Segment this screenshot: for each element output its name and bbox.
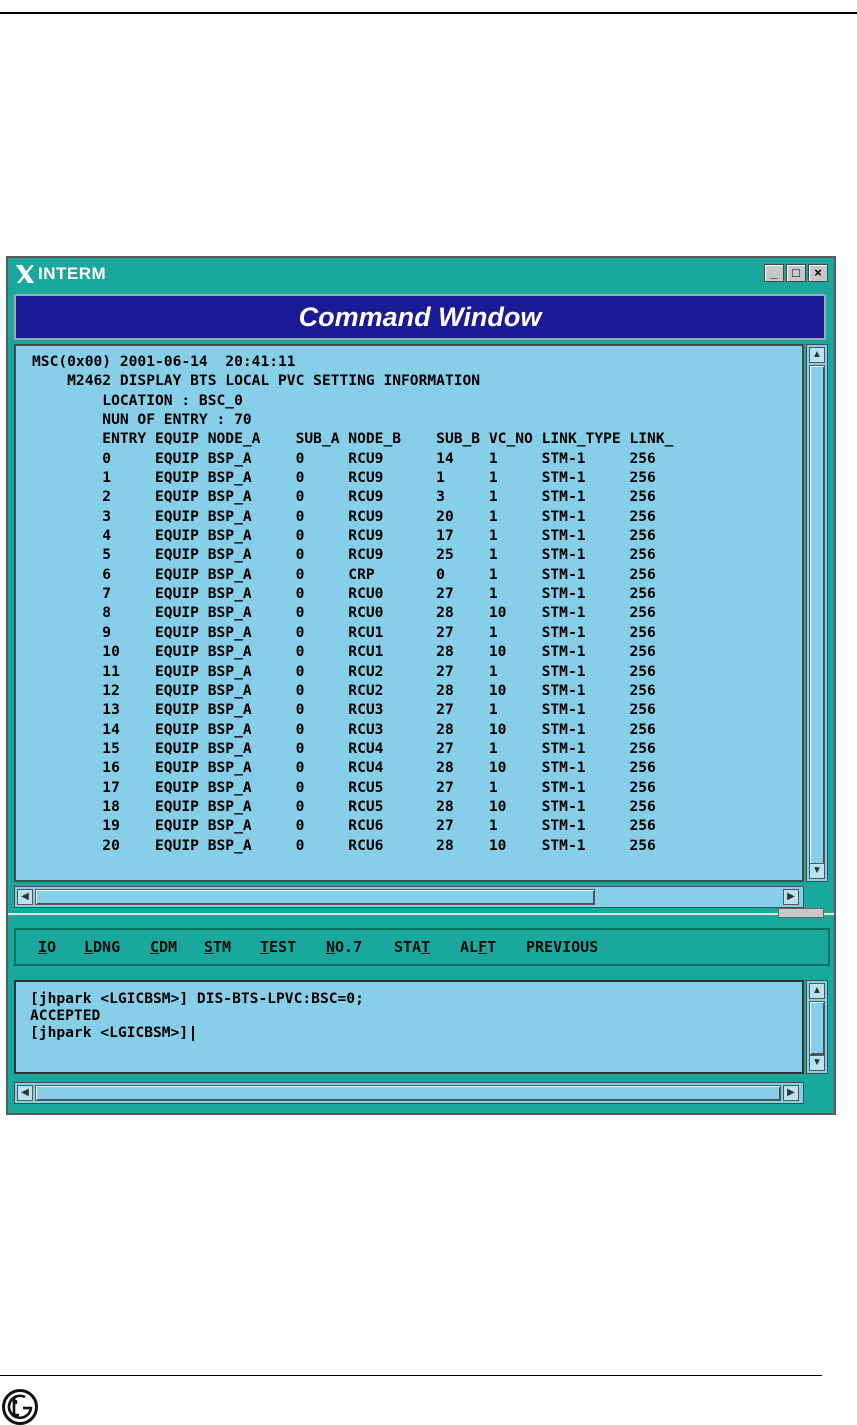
output-vertical-scrollbar[interactable]: ▲ ▼ (806, 344, 828, 882)
menu-ldng[interactable]: LDNG (84, 938, 120, 956)
output-vertical-scroll-thumb[interactable] (809, 365, 825, 865)
input-horizontal-scrollbar[interactable]: ◀ ▶ (14, 1082, 804, 1104)
pane-divider (8, 913, 834, 915)
output-line: 6 EQUIP BSP_A 0 CRP 0 1 STM-1 256 (32, 565, 656, 583)
input-line-accepted: ACCEPTED (30, 1007, 101, 1024)
output-horizontal-scrollbar[interactable]: ◀ ▶ (14, 886, 804, 908)
menu-previous[interactable]: PREVIOUS (526, 938, 598, 956)
output-line: 14 EQUIP BSP_A 0 RCU3 28 10 STM-1 256 (32, 720, 656, 738)
title-bar[interactable]: INTERM _ □ × (10, 260, 832, 288)
output-line: 12 EQUIP BSP_A 0 RCU2 28 10 STM-1 256 (32, 681, 656, 699)
x-logo-icon (16, 265, 34, 283)
scroll-left-arrow-icon[interactable]: ◀ (17, 889, 33, 905)
menu-io[interactable]: IO (38, 938, 56, 956)
output-line: 2 EQUIP BSP_A 0 RCU9 3 1 STM-1 256 (32, 488, 656, 506)
command-prompt: [jhpark <LGICBSM>] (30, 1024, 189, 1041)
page-bottom-rule (0, 1375, 822, 1376)
lg-logo-icon (2, 1389, 38, 1425)
output-line: 0 EQUIP BSP_A 0 RCU9 14 1 STM-1 256 (32, 449, 656, 467)
menu-alft[interactable]: ALFT (460, 938, 496, 956)
input-vertical-scroll-thumb[interactable] (809, 1001, 825, 1055)
output-line: 1 EQUIP BSP_A 0 RCU9 1 1 STM-1 256 (32, 469, 656, 487)
output-line: 4 EQUIP BSP_A 0 RCU9 17 1 STM-1 256 (32, 527, 656, 545)
scroll-up-arrow-icon[interactable]: ▲ (809, 347, 825, 363)
input-vertical-scrollbar[interactable]: ▲ ▼ (806, 980, 828, 1074)
scroll-down-arrow-icon[interactable]: ▼ (809, 863, 825, 879)
page-top-rule (0, 12, 857, 14)
output-line: 10 EQUIP BSP_A 0 RCU1 28 10 STM-1 256 (32, 643, 656, 661)
output-text: MSC(0x00) 2001-06-14 20:41:11 M2462 DISP… (32, 352, 673, 855)
output-line: MSC(0x00) 2001-06-14 20:41:11 (32, 353, 296, 370)
output-line: LOCATION : BSC_0 (32, 391, 243, 409)
menu-stat[interactable]: STAT (394, 938, 430, 956)
output-area[interactable]: MSC(0x00) 2001-06-14 20:41:11 M2462 DISP… (14, 344, 804, 882)
output-line: 15 EQUIP BSP_A 0 RCU4 27 1 STM-1 256 (32, 739, 656, 757)
output-line: 7 EQUIP BSP_A 0 RCU0 27 1 STM-1 256 (32, 585, 656, 603)
minimize-button[interactable]: _ (764, 264, 784, 282)
output-line: 11 EQUIP BSP_A 0 RCU2 27 1 STM-1 256 (32, 662, 656, 680)
input-scroll-up-arrow-icon[interactable]: ▲ (809, 983, 825, 999)
command-window-header: Command Window (14, 294, 826, 340)
window-title: INTERM (38, 264, 107, 283)
interm-window: INTERM _ □ × Command Window MSC(0x00) 20… (6, 256, 836, 1115)
input-scroll-down-arrow-icon[interactable]: ▼ (809, 1055, 825, 1071)
maximize-button[interactable]: □ (786, 264, 806, 282)
output-line: 17 EQUIP BSP_A 0 RCU5 27 1 STM-1 256 (32, 778, 656, 796)
menu-test[interactable]: TEST (260, 938, 296, 956)
output-line: 19 EQUIP BSP_A 0 RCU6 27 1 STM-1 256 (32, 817, 656, 835)
close-button[interactable]: × (808, 264, 828, 282)
command-input-area[interactable]: [jhpark <LGICBSM>] DIS-BTS-LPVC:BSC=0; A… (14, 980, 804, 1074)
menu-stm[interactable]: STM (204, 938, 231, 956)
output-line: NUN OF ENTRY : 70 (32, 411, 252, 429)
output-line: 18 EQUIP BSP_A 0 RCU5 28 10 STM-1 256 (32, 797, 656, 815)
input-scroll-left-arrow-icon[interactable]: ◀ (17, 1085, 33, 1101)
output-line: 9 EQUIP BSP_A 0 RCU1 27 1 STM-1 256 (32, 623, 656, 641)
input-line-command: [jhpark <LGICBSM>] DIS-BTS-LPVC:BSC=0; (30, 990, 364, 1007)
input-scroll-right-arrow-icon[interactable]: ▶ (783, 1085, 799, 1101)
output-line: ENTRY EQUIP NODE_A SUB_A NODE_B SUB_B VC… (32, 430, 674, 448)
menu-cdm[interactable]: CDM (150, 938, 177, 956)
menu-no7[interactable]: NO.7 (326, 938, 362, 956)
input-horizontal-scroll-thumb[interactable] (35, 1085, 781, 1101)
output-line: M2462 DISPLAY BTS LOCAL PVC SETTING INFO… (32, 372, 481, 390)
pane-sash-handle[interactable] (778, 908, 824, 918)
text-cursor (192, 1025, 195, 1041)
output-line: 5 EQUIP BSP_A 0 RCU9 25 1 STM-1 256 (32, 546, 656, 564)
output-line: 16 EQUIP BSP_A 0 RCU4 28 10 STM-1 256 (32, 759, 656, 777)
command-menu-bar: IO LDNG CDM STM TEST NO.7 STAT ALFT PREV… (14, 928, 830, 966)
output-horizontal-scroll-thumb[interactable] (35, 889, 595, 905)
scroll-right-arrow-icon[interactable]: ▶ (783, 889, 799, 905)
output-line: 13 EQUIP BSP_A 0 RCU3 27 1 STM-1 256 (32, 701, 656, 719)
output-line: 3 EQUIP BSP_A 0 RCU9 20 1 STM-1 256 (32, 507, 656, 525)
command-input-text[interactable]: [jhpark <LGICBSM>] DIS-BTS-LPVC:BSC=0; A… (30, 990, 364, 1041)
output-line: 20 EQUIP BSP_A 0 RCU6 28 10 STM-1 256 (32, 836, 656, 854)
output-line: 8 EQUIP BSP_A 0 RCU0 28 10 STM-1 256 (32, 604, 656, 622)
